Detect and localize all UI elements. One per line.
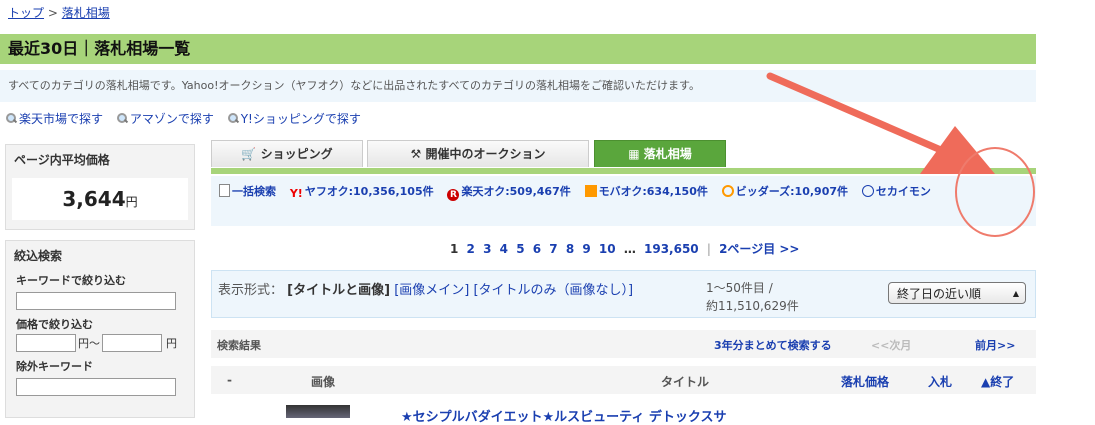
- page-link[interactable]: 7: [549, 242, 557, 256]
- page-link[interactable]: 8: [566, 242, 574, 256]
- keyword-filter-input[interactable]: [16, 292, 176, 310]
- exclude-keyword-label: 除外キーワード: [16, 360, 93, 373]
- yshopping-search-link[interactable]: Y!ショッピングで探す: [227, 110, 361, 127]
- mobaoku-count-link[interactable]: モバオク:634,150件: [584, 185, 708, 198]
- bidders-count-link[interactable]: ビッダーズ:10,907件: [721, 185, 848, 198]
- title-bar: 最近30日｜落札相場一覧: [0, 34, 1036, 64]
- yahoo-count-link[interactable]: Y! ヤフオク:10,356,105件: [289, 185, 434, 200]
- result-range: 1〜50件目 / 約11,510,629件: [706, 281, 799, 313]
- page-link[interactable]: 6: [533, 242, 541, 256]
- filter-title: 絞込検索: [14, 249, 63, 263]
- page-link[interactable]: 9: [582, 242, 590, 256]
- document-icon: [219, 184, 230, 197]
- select-arrows-icon: ▲: [1012, 289, 1019, 298]
- annotation-circle: [955, 147, 1035, 237]
- breadcrumb-home-link[interactable]: トップ: [8, 6, 44, 20]
- external-search-links: 楽天市場で探す アマゾンで探す Y!ショッピングで探す: [6, 110, 371, 127]
- price-min-input[interactable]: [16, 334, 76, 352]
- next-page-link[interactable]: 2ページ目 >>: [719, 242, 799, 256]
- rakuten-icon: R: [447, 189, 460, 201]
- page-link-last[interactable]: 193,650: [644, 242, 699, 256]
- price-filter-label: 価格で絞り込む: [16, 318, 93, 331]
- amazon-search-link[interactable]: アマゾンで探す: [116, 110, 214, 127]
- page-title: 最近30日｜落札相場一覧: [8, 39, 191, 58]
- col-title: タイトル: [661, 375, 710, 389]
- table-header: - 画像 タイトル 落札価格 入札 ▲終了: [211, 366, 1036, 394]
- page-link[interactable]: 5: [516, 242, 524, 256]
- item-title-link[interactable]: ★セシプルバダイエット★ルスビューティ デトックスサ: [401, 406, 727, 425]
- grid-icon: ▦: [628, 147, 640, 161]
- breadcrumb: トップ > 落札相場: [8, 4, 110, 21]
- results-label: 検索結果: [217, 339, 261, 352]
- next-month-link: <<次月: [871, 339, 912, 352]
- bidders-icon: [721, 185, 734, 197]
- page-link[interactable]: 2: [467, 242, 475, 256]
- tab-market-price[interactable]: ▦ 落札相場: [594, 140, 726, 167]
- three-year-search-link[interactable]: 3年分まとめて検索する: [714, 337, 832, 353]
- price-max-input[interactable]: [102, 334, 162, 352]
- col-end-sort[interactable]: ▲終了: [981, 373, 1014, 390]
- view-format-label: 表示形式：: [218, 283, 284, 298]
- keyword-filter-label: キーワードで絞り込む: [16, 274, 126, 287]
- col-price-sort[interactable]: 落札価格: [841, 373, 889, 390]
- table-row: ★セシプルバダイエット★ルスビューティ デトックスサ: [211, 400, 1036, 425]
- col-image: 画像: [311, 375, 336, 389]
- cart-icon: 🛒: [241, 147, 257, 161]
- sort-select[interactable]: 終了日の近い順 ▲: [888, 282, 1026, 304]
- bulk-search-link[interactable]: 一括検索: [219, 184, 276, 198]
- tab-shopping[interactable]: 🛒 ショッピング: [211, 140, 363, 167]
- tab-live-auctions[interactable]: ⚒ 開催中のオークション: [367, 140, 589, 167]
- prev-month-link[interactable]: 前月>>: [975, 337, 1015, 353]
- view-option-image-main[interactable]: [画像メイン]: [394, 283, 469, 298]
- rakuten-count-link[interactable]: R 楽天オク:509,467件: [447, 185, 571, 201]
- breadcrumb-current-link[interactable]: 落札相場: [62, 6, 110, 20]
- page-link-current: 1: [450, 242, 459, 256]
- price-range-row: 円〜 円: [6, 334, 194, 352]
- col-bids-sort[interactable]: 入札: [928, 373, 952, 390]
- search-icon: [227, 113, 239, 124]
- sekaimon-link[interactable]: セカイモン: [861, 185, 931, 198]
- col-dash: -: [227, 373, 232, 387]
- globe-icon: [861, 185, 874, 197]
- results-bar: 検索結果 3年分まとめて検索する <<次月 前月>>: [211, 330, 1036, 358]
- gavel-icon: ⚒: [410, 147, 422, 161]
- breadcrumb-separator: >: [47, 6, 58, 20]
- rakuten-search-link[interactable]: 楽天市場で探す: [6, 110, 103, 127]
- item-thumbnail[interactable]: [286, 405, 350, 418]
- pagination: 1 2 3 4 5 6 7 8 9 10 … 193,650 | 2ページ目 >…: [450, 242, 800, 256]
- mobaoku-icon: [584, 185, 597, 197]
- average-price-value: 3,644円: [12, 178, 188, 220]
- search-icon: [116, 113, 128, 124]
- view-option-title-only[interactable]: [タイトルのみ（画像なし）]: [473, 283, 633, 298]
- page-link[interactable]: 3: [483, 242, 491, 256]
- average-price-box: ページ内平均価格 3,644円: [5, 144, 195, 230]
- page-ellipsis: …: [623, 242, 636, 256]
- page-link[interactable]: 4: [500, 242, 508, 256]
- search-icon: [6, 113, 17, 124]
- view-option-current: [タイトルと画像]: [287, 283, 391, 298]
- exclude-keyword-input[interactable]: [16, 378, 176, 396]
- filter-search-box: 絞込検索 キーワードで絞り込む 価格で絞り込む 円〜 円 除外キーワード: [5, 240, 195, 418]
- average-price-title: ページ内平均価格: [14, 153, 110, 167]
- page-link[interactable]: 10: [599, 242, 616, 256]
- yahoo-icon: Y!: [289, 187, 303, 200]
